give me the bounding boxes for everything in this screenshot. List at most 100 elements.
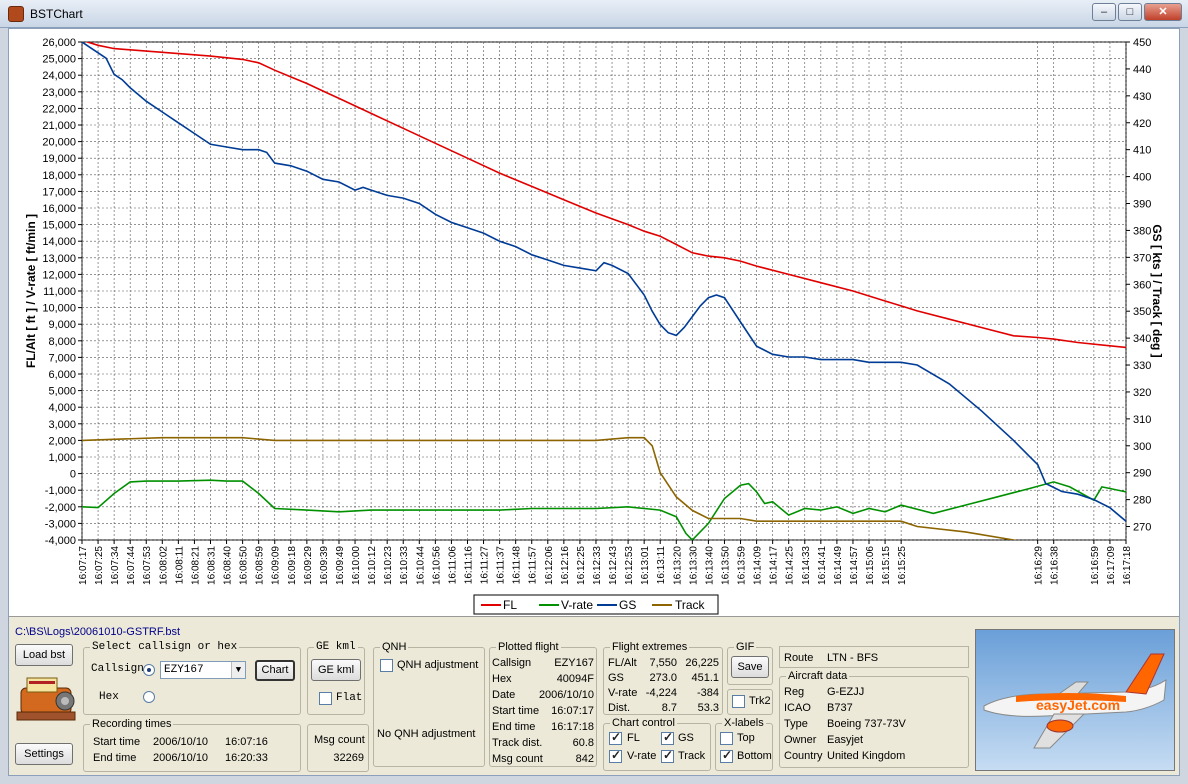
aircraft-type-value: Boeing 737-73V [827, 718, 906, 730]
hex-radio[interactable] [143, 691, 155, 703]
x-tick-label: 16:09:39 [319, 546, 330, 585]
y-tick-label-left: 1,000 [48, 452, 76, 464]
vrate-checkbox[interactable] [609, 748, 622, 763]
fl-checkbox[interactable] [609, 730, 622, 745]
x-tick-label: 16:13:50 [720, 546, 731, 585]
legend-label-track: Track [675, 598, 706, 612]
x-tick-label: 16:17:18 [1122, 546, 1133, 585]
x-tick-label: 16:13:40 [704, 546, 715, 585]
x-tick-label: 16:07:17 [78, 546, 89, 585]
extreme-vrate-min: -4,224 [645, 687, 677, 699]
route-label: Route [784, 652, 814, 664]
aircraft-type-label: Type [784, 718, 808, 730]
chevron-down-icon[interactable]: ▼ [231, 662, 245, 678]
y-tick-label-left: 24,000 [42, 70, 76, 82]
x-labels-top-label: Top [737, 732, 755, 744]
y-tick-label-left: 18,000 [42, 170, 76, 182]
y-tick-label-left: 2,000 [48, 435, 76, 447]
y-tick-label-right: 430 [1133, 91, 1151, 103]
callsign-select-value: EZY167 [164, 664, 204, 676]
y-tick-label-left: 23,000 [42, 87, 76, 99]
callsign-select[interactable]: EZY167 ▼ [160, 661, 246, 679]
x-tick-label: 16:14:41 [817, 546, 828, 585]
x-tick-label: 16:07:44 [126, 546, 137, 585]
x-tick-label: 16:12:25 [576, 546, 587, 585]
plotted-endtime-value: 16:17:18 [551, 721, 594, 733]
y-tick-label-right: 400 [1133, 172, 1151, 184]
x-tick-label: 16:09:29 [303, 546, 314, 585]
chart-panel: 26,000 25,000 24,000 23,000 22,000 21,000 20,0… [9, 29, 1179, 617]
callsign-radio[interactable] [143, 664, 155, 676]
y-tick-label-right: 390 [1133, 199, 1151, 211]
y-tick-label-right: 280 [1133, 495, 1151, 507]
x-tick-label: 16:11:37 [496, 546, 507, 585]
x-labels-bottom-checkbox[interactable] [720, 748, 733, 763]
y-tick-label-left: 22,000 [42, 103, 76, 115]
x-labels-title: X-labels [722, 717, 766, 729]
aircraft-reg-label: Reg [784, 686, 805, 698]
rec-start-label: Start time [93, 736, 141, 748]
y-axis-label-right: GS [ kts ] / Track [ deg ] [1150, 224, 1164, 357]
x-tick-label: 16:14:49 [833, 546, 844, 585]
legend-label-gs: GS [619, 598, 636, 612]
extreme-vrate-label: V-rate [608, 687, 638, 699]
y-tick-label-right: 410 [1133, 145, 1151, 157]
gif-title: GIF [734, 641, 757, 653]
y-tick-label-left: 26,000 [42, 37, 76, 49]
gs-checkbox[interactable] [661, 730, 674, 745]
extreme-vrate-max: -384 [696, 687, 719, 699]
trk2-checkbox[interactable] [732, 695, 745, 708]
app-icon [8, 6, 24, 22]
y-tick-label-left: 13,000 [42, 253, 76, 265]
qnh-adjustment-label: QNH adjustment [397, 659, 479, 671]
y-tick-label-right: 370 [1133, 252, 1151, 264]
x-tick-label: 16:08:40 [223, 546, 234, 585]
x-tick-label: 16:10:12 [367, 546, 378, 585]
save-gif-button[interactable]: Save [731, 656, 769, 678]
y-tick-label-left: 20,000 [42, 137, 76, 149]
flat-label: Flat [336, 692, 363, 704]
x-tick-label: 16:08:21 [190, 546, 201, 585]
y-tick-label-right: 440 [1133, 64, 1151, 76]
plotted-hex-value: 40094F [556, 673, 594, 685]
trk2-label: Trk2 [749, 695, 771, 707]
x-tick-label: 16:10:44 [415, 546, 426, 585]
y-tick-label-right: 380 [1133, 225, 1151, 237]
minimize-button[interactable]: – [1092, 3, 1116, 21]
x-tick-label: 16:14:57 [849, 546, 860, 585]
ge-kml-button[interactable]: GE kml [311, 659, 361, 681]
y-tick-label-right: 350 [1133, 306, 1151, 318]
y-tick-label-left: 3,000 [48, 419, 76, 431]
x-tick-label: 16:07:34 [110, 546, 121, 585]
settings-button[interactable]: Settings [15, 743, 73, 765]
y-tick-label-left: 8,000 [48, 336, 76, 348]
qnh-adjustment-checkbox[interactable] [380, 659, 393, 672]
x-labels-top-checkbox[interactable] [720, 732, 733, 745]
x-tick-label: 16:15:15 [881, 546, 892, 585]
close-button[interactable]: ✕ [1144, 3, 1182, 21]
x-tick-label: 16:11:06 [447, 546, 458, 585]
rec-start-time: 16:07:16 [225, 736, 268, 748]
track-checkbox[interactable] [661, 748, 674, 763]
chart-button[interactable]: Chart [255, 660, 295, 681]
y-tick-label-left: 14,000 [42, 236, 76, 248]
x-tick-label: 16:09:49 [335, 546, 346, 585]
window-title: BSTChart [30, 7, 83, 21]
x-tick-label: 16:07:53 [142, 546, 153, 585]
hex-label: Hex [99, 691, 119, 703]
y-tick-label-left: -1,000 [45, 485, 76, 497]
flat-checkbox[interactable] [319, 692, 332, 705]
x-tick-label: 16:12:43 [608, 546, 619, 585]
y-tick-label-right: 340 [1133, 333, 1151, 345]
x-tick-label: 16:17:09 [1106, 546, 1117, 585]
y-tick-label-left: 6,000 [48, 369, 76, 381]
x-tick-label: 16:10:23 [383, 546, 394, 585]
plotted-msgcount-value: 842 [575, 753, 594, 765]
y-tick-label-left: 19,000 [42, 153, 76, 165]
extreme-dist-label: Dist. [608, 702, 630, 714]
plotted-date-label: Date [492, 689, 516, 701]
load-bst-button[interactable]: Load bst [15, 644, 73, 666]
x-tick-label: 16:13:59 [737, 546, 748, 585]
x-tick-label: 16:12:06 [544, 546, 555, 585]
maximize-button[interactable]: □ [1118, 3, 1142, 21]
